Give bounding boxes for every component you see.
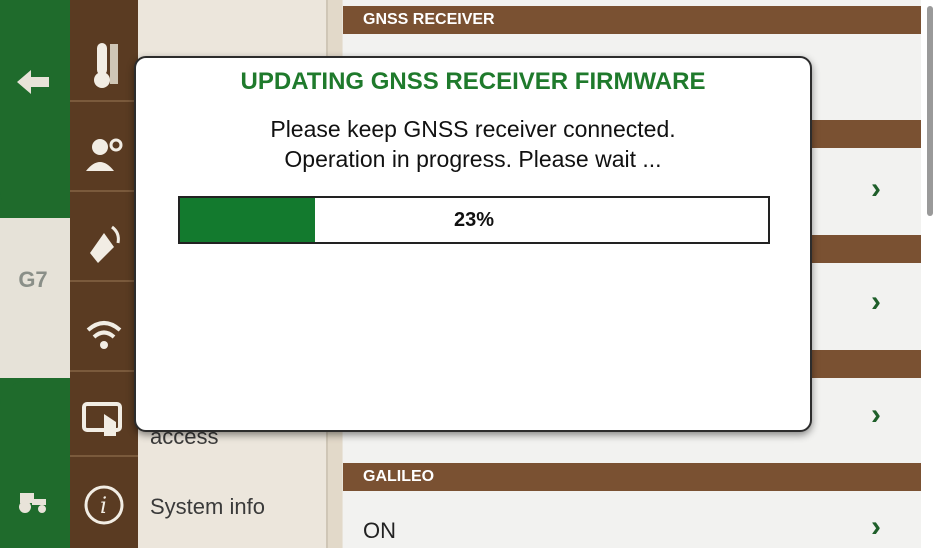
brand-logo: G7: [10, 262, 56, 298]
scrollbar[interactable]: [921, 0, 941, 548]
thermometer-icon: [94, 43, 118, 88]
menu-item-wifi[interactable]: [70, 300, 138, 372]
chevron-right-icon[interactable]: ›: [871, 285, 881, 319]
menu-item-touch-access[interactable]: [70, 385, 138, 457]
scrollbar-thumb[interactable]: [927, 6, 933, 216]
firmware-update-dialog: UPDATING GNSS RECEIVER FIRMWARE Please k…: [134, 56, 812, 432]
dialog-title: UPDATING GNSS RECEIVER FIRMWARE: [240, 68, 706, 95]
wifi-icon: [86, 321, 122, 349]
menu-icon-column: i: [70, 0, 141, 548]
tractor-icon[interactable]: [10, 484, 56, 520]
brand-label: G7: [18, 267, 48, 292]
menu-item-system-info[interactable]: i: [70, 470, 138, 540]
progress-bar: 23%: [178, 196, 770, 244]
chevron-right-icon[interactable]: ›: [871, 398, 881, 432]
gnss-antenna-icon: [90, 225, 120, 263]
touch-screen-icon: [82, 402, 122, 436]
progress-label: 23%: [453, 209, 495, 231]
menu-item-gnss[interactable]: [70, 210, 138, 282]
menu-label-system-info: System info: [150, 494, 265, 519]
section-header-gnss-receiver: GNSS RECEIVER: [343, 6, 921, 34]
dialog-message-line-2: Operation in progress. Please wait ...: [284, 146, 662, 172]
info-icon: i: [84, 485, 124, 525]
left-rail: G7: [0, 0, 70, 548]
menu-item-temperature[interactable]: [70, 30, 138, 102]
section-header-galileo: GALILEO: [343, 463, 921, 491]
svg-text:i: i: [100, 494, 107, 519]
chevron-right-icon[interactable]: ›: [871, 510, 881, 544]
dialog-message-line-1: Please keep GNSS receiver connected.: [270, 116, 676, 142]
chevron-right-icon[interactable]: ›: [871, 172, 881, 206]
rail-active-tab: [0, 192, 70, 404]
back-arrow-icon[interactable]: [10, 64, 56, 100]
galileo-value[interactable]: ON: [363, 518, 396, 544]
user-settings-icon: [86, 138, 123, 171]
menu-item-user-settings[interactable]: [70, 120, 138, 192]
